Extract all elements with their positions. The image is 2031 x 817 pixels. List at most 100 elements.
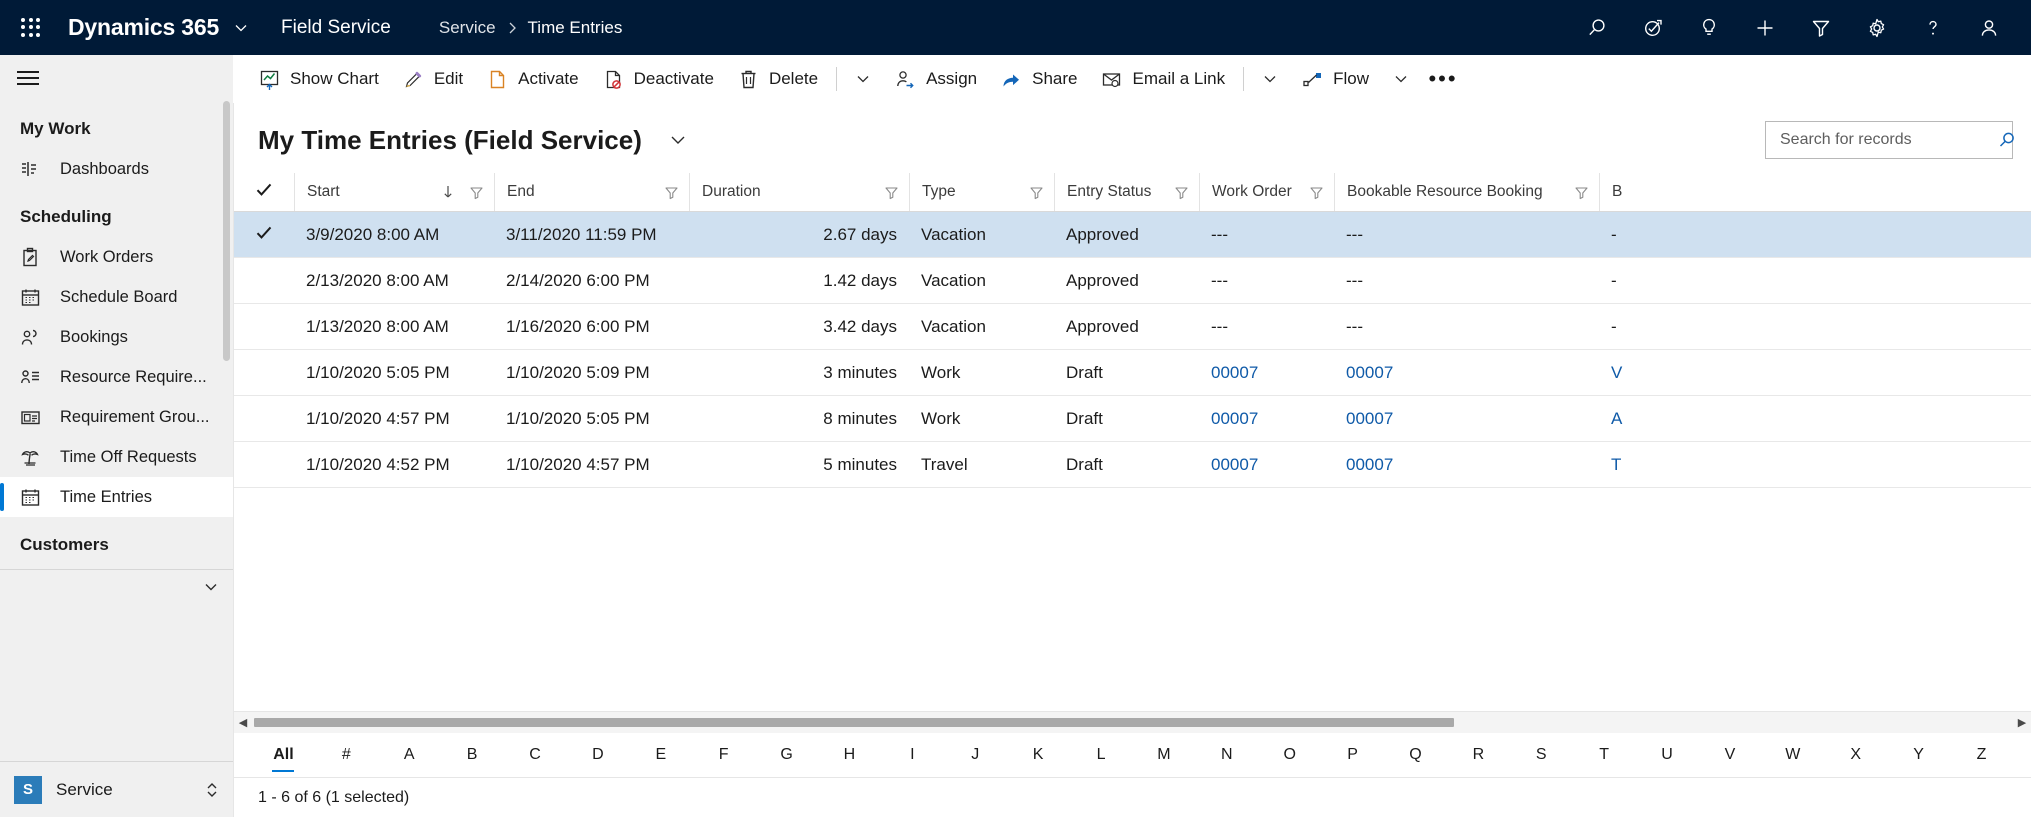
bookable-resource-booking-link[interactable]: 00007 bbox=[1346, 363, 1393, 382]
alpha-item-s[interactable]: S bbox=[1510, 740, 1573, 770]
row-checkbox[interactable] bbox=[253, 359, 275, 381]
row-select-cell[interactable] bbox=[234, 349, 294, 396]
column-header-start[interactable]: Start bbox=[294, 173, 494, 212]
work-order-link[interactable]: 00007 bbox=[1211, 455, 1258, 474]
row-checkbox[interactable] bbox=[253, 267, 275, 289]
cell-truncated[interactable]: T bbox=[1599, 441, 2031, 488]
filter-icon[interactable] bbox=[1305, 185, 1328, 200]
scroll-left-arrow-icon[interactable]: ◀ bbox=[234, 712, 252, 734]
alpha-item-hash[interactable]: # bbox=[315, 740, 378, 770]
sidebar-collapse-icon[interactable] bbox=[0, 570, 233, 604]
row-checkbox[interactable] bbox=[253, 405, 275, 427]
column-label[interactable]: Start bbox=[307, 183, 441, 201]
sidebar-item-bookings[interactable]: Bookings bbox=[0, 317, 233, 357]
filter-icon[interactable] bbox=[1570, 185, 1593, 200]
truncated-link[interactable]: T bbox=[1611, 455, 1621, 474]
alpha-item-all[interactable]: All bbox=[252, 740, 315, 770]
activate-button[interactable]: Activate bbox=[475, 55, 590, 103]
scrollbar-track[interactable] bbox=[252, 712, 2013, 734]
work-order-link[interactable]: 00007 bbox=[1211, 363, 1258, 382]
area-switcher[interactable]: S Service bbox=[0, 761, 233, 817]
column-header-truncated[interactable]: B bbox=[1599, 173, 2031, 212]
area-switcher-chevron-icon[interactable] bbox=[205, 781, 219, 799]
column-label[interactable]: Type bbox=[922, 183, 1025, 201]
column-header-work-order[interactable]: Work Order bbox=[1199, 173, 1334, 212]
column-header-duration[interactable]: Duration bbox=[689, 173, 909, 212]
alpha-item-p[interactable]: P bbox=[1321, 740, 1384, 770]
delete-button[interactable]: Delete bbox=[726, 55, 830, 103]
row-select-cell[interactable] bbox=[234, 211, 294, 258]
column-label[interactable]: Work Order bbox=[1212, 183, 1305, 201]
sidebar-item-dashboards[interactable]: Dashboards bbox=[0, 149, 233, 189]
row-selected-checkmark-icon[interactable] bbox=[253, 222, 275, 244]
alpha-item-w[interactable]: W bbox=[1761, 740, 1824, 770]
row-checkbox[interactable] bbox=[253, 313, 275, 335]
alpha-item-g[interactable]: G bbox=[755, 740, 818, 770]
table-row[interactable]: 1/10/2020 4:52 PM 1/10/2020 4:57 PM 5 mi… bbox=[234, 441, 2031, 488]
filter-icon[interactable] bbox=[1793, 0, 1849, 55]
cell-bookable-resource-booking[interactable]: 00007 bbox=[1334, 349, 1599, 396]
search-submit-icon[interactable] bbox=[1997, 122, 2017, 158]
column-label[interactable]: B bbox=[1612, 183, 2031, 201]
flow-button[interactable]: Flow bbox=[1290, 55, 1381, 103]
column-header-entry-status[interactable]: Entry Status bbox=[1054, 173, 1199, 212]
table-row[interactable]: 2/13/2020 8:00 AM 2/14/2020 6:00 PM 1.42… bbox=[234, 257, 2031, 304]
alpha-item-n[interactable]: N bbox=[1195, 740, 1258, 770]
row-select-cell[interactable] bbox=[234, 257, 294, 304]
cell-truncated[interactable]: V bbox=[1599, 349, 2031, 396]
breadcrumb-parent[interactable]: Service bbox=[439, 18, 496, 38]
scrollbar-thumb[interactable] bbox=[254, 717, 1454, 727]
alpha-item-v[interactable]: V bbox=[1698, 740, 1761, 770]
table-row[interactable]: 1/10/2020 4:57 PM 1/10/2020 5:05 PM 8 mi… bbox=[234, 395, 2031, 442]
alpha-item-j[interactable]: J bbox=[944, 740, 1007, 770]
filter-icon[interactable] bbox=[1170, 185, 1193, 200]
bookable-resource-booking-link[interactable]: 00007 bbox=[1346, 409, 1393, 428]
filter-icon[interactable] bbox=[1025, 185, 1048, 200]
gear-icon[interactable] bbox=[1849, 0, 1905, 55]
alpha-item-u[interactable]: U bbox=[1636, 740, 1699, 770]
column-label[interactable]: Duration bbox=[702, 183, 880, 201]
view-selector-chevron-icon[interactable] bbox=[668, 130, 688, 150]
search-icon[interactable] bbox=[1569, 0, 1625, 55]
row-checkbox[interactable] bbox=[253, 451, 275, 473]
row-select-cell[interactable] bbox=[234, 395, 294, 442]
assign-button[interactable]: Assign bbox=[883, 55, 989, 103]
edit-button[interactable]: Edit bbox=[391, 55, 475, 103]
alpha-item-x[interactable]: X bbox=[1824, 740, 1887, 770]
cell-bookable-resource-booking[interactable]: 00007 bbox=[1334, 441, 1599, 488]
horizontal-scrollbar[interactable]: ◀ ▶ bbox=[234, 711, 2031, 733]
alpha-item-t[interactable]: T bbox=[1573, 740, 1636, 770]
search-records-box[interactable] bbox=[1765, 121, 2014, 159]
column-header-type[interactable]: Type bbox=[909, 173, 1054, 212]
alpha-item-a[interactable]: A bbox=[378, 740, 441, 770]
filter-icon[interactable] bbox=[880, 185, 903, 200]
filter-icon[interactable] bbox=[660, 185, 683, 200]
column-header-bookable-resource-booking[interactable]: Bookable Resource Booking bbox=[1334, 173, 1599, 212]
sidebar-item-time-off-requests[interactable]: Time Off Requests bbox=[0, 437, 233, 477]
truncated-link[interactable]: V bbox=[1611, 363, 1622, 382]
sidebar-item-resource-requirements[interactable]: Resource Require... bbox=[0, 357, 233, 397]
column-label[interactable]: End bbox=[507, 183, 660, 201]
deactivate-button[interactable]: Deactivate bbox=[591, 55, 726, 103]
table-row[interactable]: 3/9/2020 8:00 AM 3/11/2020 11:59 PM 2.67… bbox=[234, 211, 2031, 258]
quick-assist-icon[interactable] bbox=[1625, 0, 1681, 55]
cell-work-order[interactable]: 00007 bbox=[1199, 349, 1334, 396]
sidebar-item-time-entries[interactable]: Time Entries bbox=[0, 477, 233, 517]
bookable-resource-booking-link[interactable]: 00007 bbox=[1346, 455, 1393, 474]
user-icon[interactable] bbox=[1961, 0, 2017, 55]
column-label[interactable]: Entry Status bbox=[1067, 183, 1170, 201]
alpha-item-i[interactable]: I bbox=[881, 740, 944, 770]
page-title[interactable]: My Time Entries (Field Service) bbox=[258, 125, 642, 156]
delete-more-chevron-icon[interactable] bbox=[843, 55, 883, 103]
alpha-item-y[interactable]: Y bbox=[1887, 740, 1950, 770]
breadcrumb-current[interactable]: Time Entries bbox=[528, 18, 623, 38]
lightbulb-icon[interactable] bbox=[1681, 0, 1737, 55]
sort-descending-icon[interactable] bbox=[441, 184, 455, 200]
alpha-item-h[interactable]: H bbox=[818, 740, 881, 770]
alpha-item-r[interactable]: R bbox=[1447, 740, 1510, 770]
brand-title[interactable]: Dynamics 365 bbox=[68, 14, 219, 41]
column-header-end[interactable]: End bbox=[494, 173, 689, 212]
alpha-item-e[interactable]: E bbox=[629, 740, 692, 770]
more-commands-icon[interactable]: ••• bbox=[1421, 55, 1465, 103]
email-more-chevron-icon[interactable] bbox=[1250, 55, 1290, 103]
